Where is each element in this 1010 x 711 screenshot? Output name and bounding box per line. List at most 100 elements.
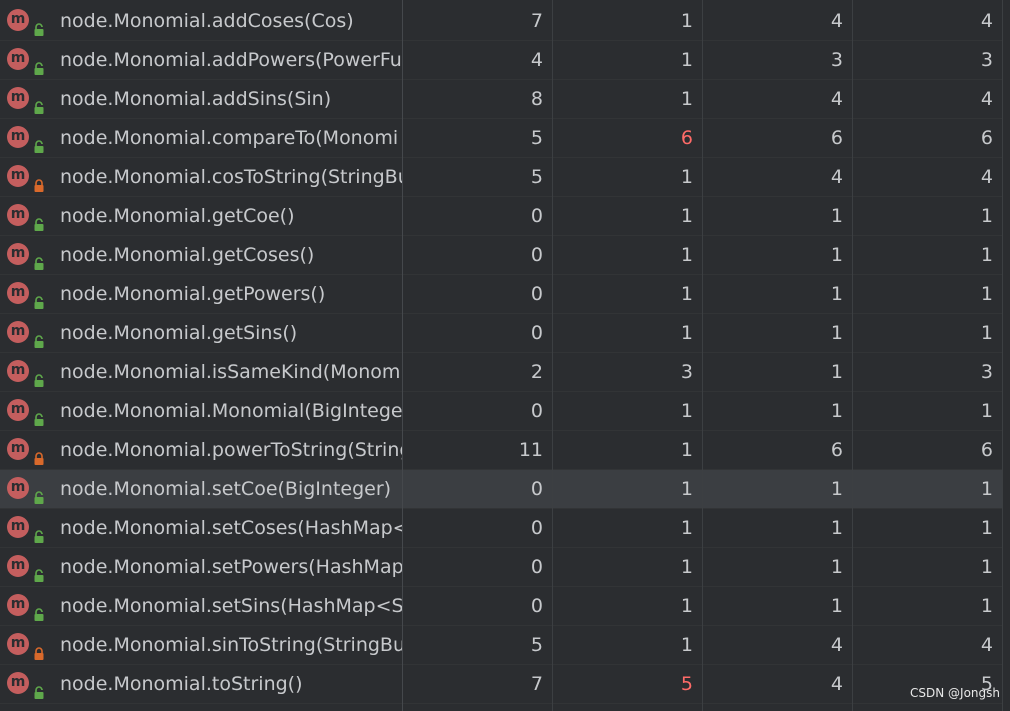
method-name: node.Monomial.getCoses() — [60, 244, 315, 266]
metric-value-col3: 1 — [830, 556, 843, 578]
metric-value-col4: 4 — [980, 634, 993, 656]
column-separator[interactable] — [852, 0, 853, 711]
method-name-cell[interactable]: m node.Monomial.sinToString(StringBu — [0, 626, 402, 664]
method-icon: m — [7, 633, 29, 655]
metric-value-col3: 4 — [830, 634, 843, 656]
unlocked-icon — [33, 129, 45, 153]
unlocked-icon — [33, 558, 45, 582]
method-name: node.Monomial.addCoses(Cos) — [60, 10, 354, 32]
metric-value-col3: 1 — [830, 361, 843, 383]
method-name-cell[interactable]: m node.Monomial.setSins(HashMap<St — [0, 587, 402, 625]
method-name-cell[interactable]: m node.Monomial.getSins() — [0, 314, 402, 352]
metric-value-col2: 1 — [680, 556, 693, 578]
unlocked-icon — [33, 12, 45, 36]
method-icon: m — [7, 165, 29, 187]
metric-value-col2: 1 — [680, 322, 693, 344]
method-name-cell[interactable]: m node.Monomial.getCoe() — [0, 197, 402, 235]
metric-value-col3: 6 — [830, 127, 843, 149]
metric-value-col4: 4 — [980, 10, 993, 32]
metric-value-col3: 1 — [830, 595, 843, 617]
method-name-cell[interactable]: m node.Monomial.powerToString(String — [0, 431, 402, 469]
method-icon: m — [7, 438, 29, 460]
unlocked-icon — [33, 363, 45, 387]
method-name-cell[interactable]: m node.Monomial.addPowers(PowerFu — [0, 41, 402, 79]
metric-value-col1: 11 — [518, 439, 543, 461]
metric-value-col2: 1 — [680, 244, 693, 266]
unlocked-icon — [33, 324, 45, 348]
metric-value-col2: 1 — [680, 49, 693, 71]
method-name: node.Monomial.getPowers() — [60, 283, 326, 305]
metric-value-col1: 8 — [530, 88, 543, 110]
column-separator[interactable] — [1002, 0, 1003, 711]
unlocked-icon — [33, 675, 45, 699]
method-name: node.Monomial.addSins(Sin) — [60, 88, 332, 110]
locked-icon — [33, 441, 45, 465]
metric-value-col3: 3 — [830, 49, 843, 71]
metric-value-col3: 4 — [830, 88, 843, 110]
method-name-cell[interactable]: m node.Monomial.getPowers() — [0, 275, 402, 313]
metric-value-col4: 6 — [980, 127, 993, 149]
metric-value-col3: 4 — [830, 10, 843, 32]
method-name: node.Monomial.setPowers(HashMap — [60, 556, 402, 578]
method-icon: m — [7, 126, 29, 148]
metric-value-col3: 1 — [830, 205, 843, 227]
method-name-cell[interactable]: m node.Monomial.setCoe(BigInteger) — [0, 470, 402, 508]
metric-value-col2: 1 — [680, 283, 693, 305]
unlocked-icon — [33, 90, 45, 114]
unlocked-icon — [33, 402, 45, 426]
metric-value-col1: 5 — [530, 166, 543, 188]
metric-value-col2: 1 — [680, 205, 693, 227]
column-separator[interactable] — [702, 0, 703, 711]
metric-value-col2: 1 — [680, 634, 693, 656]
method-icon: m — [7, 477, 29, 499]
metric-value-col3: 1 — [830, 400, 843, 422]
metric-value-col1: 7 — [530, 10, 543, 32]
method-name-cell[interactable]: m node.Monomial.cosToString(StringBu — [0, 158, 402, 196]
method-name-cell[interactable]: m node.Monomial.compareTo(Monomi — [0, 119, 402, 157]
method-name-cell[interactable]: m node.Monomial.toString() — [0, 665, 402, 703]
metric-value-col2: 1 — [680, 10, 693, 32]
metric-value-col3: 4 — [830, 673, 843, 695]
method-name-cell[interactable]: m node.Monomial.Monomial(BigIntege — [0, 392, 402, 430]
method-name-cell[interactable]: m node.Monomial.isSameKind(Monomi — [0, 353, 402, 391]
metric-value-col1: 5 — [530, 127, 543, 149]
method-icon: m — [7, 321, 29, 343]
method-name: node.Monomial.setSins(HashMap<St — [60, 595, 402, 617]
method-name: node.Monomial.compareTo(Monomi — [60, 127, 399, 149]
method-icon: m — [7, 399, 29, 421]
metric-value-col4: 1 — [980, 595, 993, 617]
metric-value-col1: 5 — [530, 634, 543, 656]
metric-value-col2: 1 — [680, 439, 693, 461]
method-name: node.Monomial.setCoses(HashMap< — [60, 517, 402, 539]
method-name-cell[interactable]: m node.Monomial.addCoses(Cos) — [0, 2, 402, 40]
metric-value-col1: 0 — [530, 283, 543, 305]
method-name: node.Monomial.getCoe() — [60, 205, 295, 227]
method-name-cell[interactable]: m node.Monomial.setCoses(HashMap< — [0, 509, 402, 547]
metric-value-col4: 3 — [980, 49, 993, 71]
method-icon: m — [7, 204, 29, 226]
metric-value-col1: 0 — [530, 517, 543, 539]
metric-value-col2: 1 — [680, 478, 693, 500]
method-name-cell[interactable]: m node.Monomial.setPowers(HashMap — [0, 548, 402, 586]
metric-value-col2: 3 — [680, 361, 693, 383]
method-icon: m — [7, 672, 29, 694]
metric-value-col3: 1 — [830, 283, 843, 305]
metric-value-col4: 6 — [980, 439, 993, 461]
method-name: node.Monomial.getSins() — [60, 322, 298, 344]
method-name-cell[interactable]: m node.Monomial.addSins(Sin) — [0, 80, 402, 118]
metric-value-col4: 4 — [980, 88, 993, 110]
metric-value-col3: 1 — [830, 517, 843, 539]
metric-value-col4: 1 — [980, 205, 993, 227]
column-separator[interactable] — [552, 0, 553, 711]
method-name: node.Monomial.setCoe(BigInteger) — [60, 478, 392, 500]
metric-value-col3: 6 — [830, 439, 843, 461]
column-separator[interactable] — [402, 0, 403, 711]
method-icon: m — [7, 48, 29, 70]
metric-value-col1: 0 — [530, 400, 543, 422]
method-name: node.Monomial.cosToString(StringBu — [60, 166, 402, 188]
metric-value-col4: 1 — [980, 556, 993, 578]
metric-value-col1: 0 — [530, 478, 543, 500]
method-name-cell[interactable]: m node.Monomial.getCoses() — [0, 236, 402, 274]
metric-value-col2: 1 — [680, 88, 693, 110]
metric-value-col4: 3 — [980, 361, 993, 383]
